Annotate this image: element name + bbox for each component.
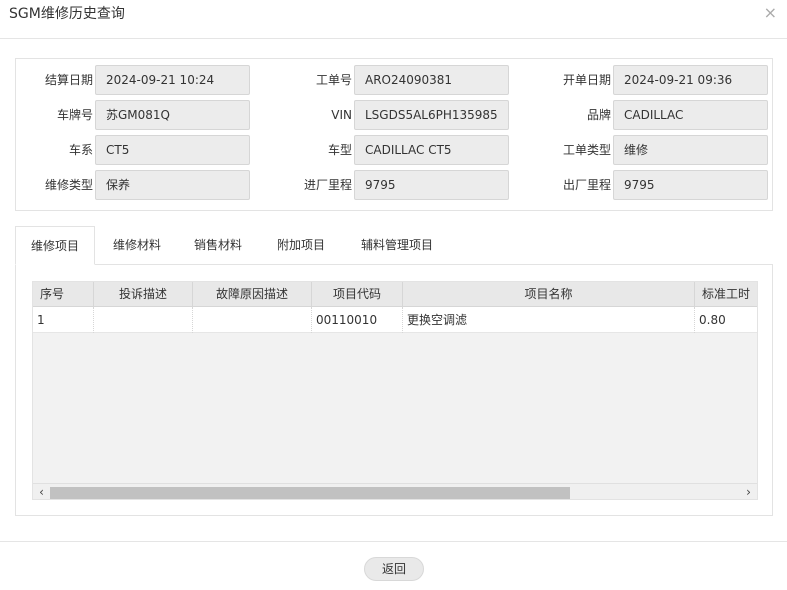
repair-type-field[interactable]: 保养 (95, 170, 250, 200)
order-no-field[interactable]: ARO24090381 (354, 65, 509, 95)
col-seq-header[interactable]: 序号 (33, 282, 94, 307)
table-row[interactable]: 1 00110010 更换空调滤 0.80 (33, 307, 757, 333)
tab-auxiliary-materials[interactable]: 辅料管理项目 (349, 226, 445, 265)
open-date-label: 开单日期 (562, 73, 611, 87)
order-no-label: 工单号 (315, 73, 352, 87)
cell-item-code: 00110010 (312, 307, 403, 333)
scroll-right-icon[interactable]: › (740, 484, 757, 499)
footer-divider (0, 541, 787, 542)
order-type-field[interactable]: 维修 (613, 135, 768, 165)
dialog-title: SGM维修历史查询 (9, 6, 125, 22)
tab-repair-materials[interactable]: 维修材料 (101, 226, 173, 265)
dialog-titlebar: SGM维修历史查询 × (0, 0, 787, 39)
series-label: 车系 (68, 143, 93, 157)
in-mileage-label: 进厂里程 (303, 178, 352, 192)
vin-field[interactable]: LSGDS5AL6PH135985 (354, 100, 509, 130)
scroll-left-icon[interactable]: ‹ (33, 484, 50, 499)
brand-label: 品牌 (586, 108, 611, 122)
open-date-field[interactable]: 2024-09-21 09:36 (613, 65, 768, 95)
grid-header: 序号 投诉描述 故障原因描述 项目代码 项目名称 标准工时 (33, 282, 757, 307)
col-item-code-header[interactable]: 项目代码 (312, 282, 403, 307)
tab-sales-materials[interactable]: 销售材料 (182, 226, 254, 265)
order-info-panel: 结算日期 2024-09-21 10:24 工单号 ARO24090381 开单… (15, 58, 773, 211)
repair-items-grid: 序号 投诉描述 故障原因描述 项目代码 项目名称 标准工时 1 00110010… (32, 281, 758, 500)
col-std-hours-header[interactable]: 标准工时 (695, 282, 757, 307)
tab-repair-items[interactable]: 维修项目 (15, 226, 95, 265)
tab-additional-items[interactable]: 附加项目 (265, 226, 337, 265)
col-complaint-header[interactable]: 投诉描述 (94, 282, 193, 307)
tab-bar: 维修项目 维修材料 销售材料 附加项目 辅料管理项目 (15, 226, 773, 265)
repair-items-panel: 序号 投诉描述 故障原因描述 项目代码 项目名称 标准工时 1 00110010… (15, 264, 773, 516)
order-type-label: 工单类型 (562, 143, 611, 157)
close-icon[interactable]: × (764, 4, 777, 22)
plate-no-label: 车牌号 (56, 108, 93, 122)
col-item-name-header[interactable]: 项目名称 (403, 282, 695, 307)
series-field[interactable]: CT5 (95, 135, 250, 165)
settle-date-field[interactable]: 2024-09-21 10:24 (95, 65, 250, 95)
settle-date-label: 结算日期 (44, 73, 93, 87)
vin-label: VIN (331, 108, 352, 122)
cell-std-hours: 0.80 (699, 313, 726, 327)
cell-fault-cause (193, 307, 312, 333)
model-field[interactable]: CADILLAC CT5 (354, 135, 509, 165)
col-fault-cause-header[interactable]: 故障原因描述 (193, 282, 312, 307)
out-mileage-field[interactable]: 9795 (613, 170, 768, 200)
horizontal-scrollbar[interactable]: ‹ › (33, 483, 757, 499)
scroll-thumb[interactable] (50, 487, 570, 499)
repair-type-label: 维修类型 (44, 178, 93, 192)
out-mileage-label: 出厂里程 (562, 178, 611, 192)
brand-field[interactable]: CADILLAC (613, 100, 768, 130)
cell-item-name: 更换空调滤 (403, 307, 695, 333)
in-mileage-field[interactable]: 9795 (354, 170, 509, 200)
cell-seq: 1 (33, 307, 94, 333)
model-label: 车型 (327, 143, 352, 157)
cell-complaint (94, 307, 193, 333)
plate-no-field[interactable]: 苏GM081Q (95, 100, 250, 130)
back-button[interactable]: 返回 (364, 557, 424, 581)
